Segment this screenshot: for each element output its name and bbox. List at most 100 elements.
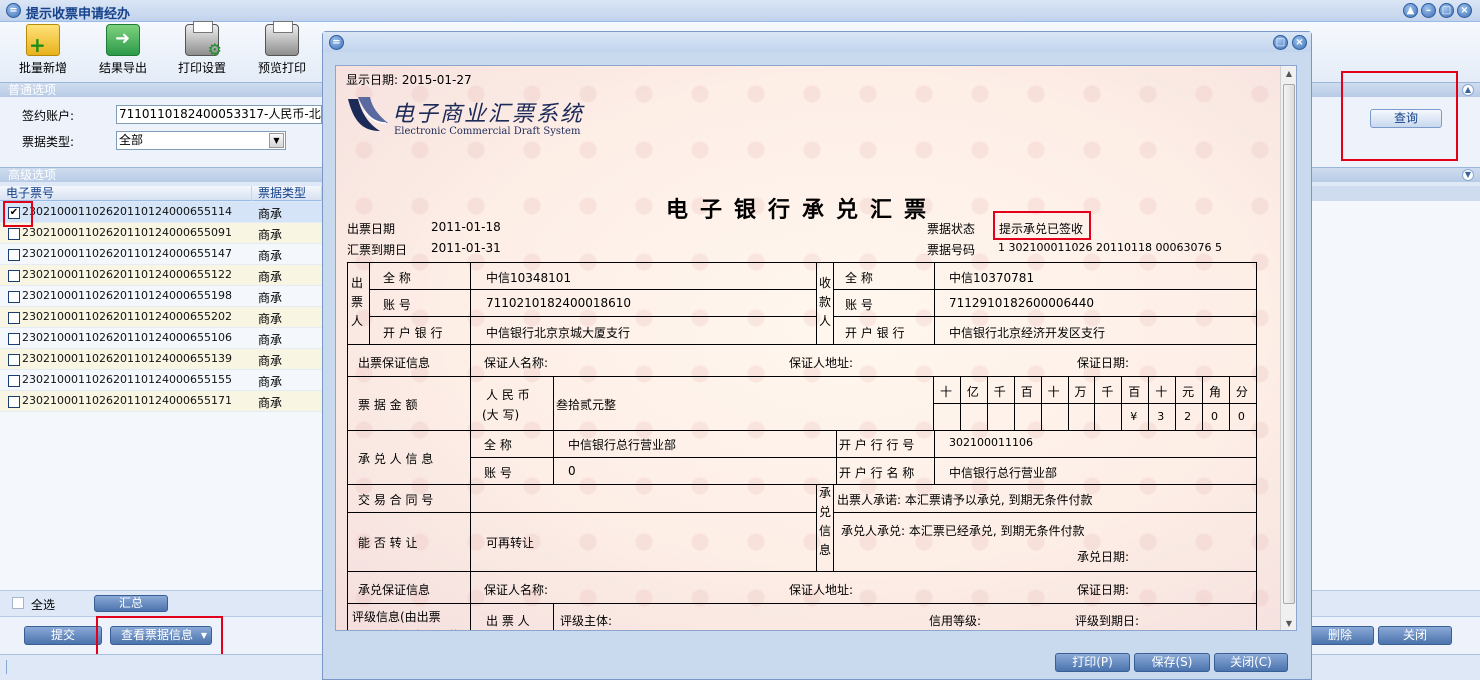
accept-guarantee-date: 保证日期:: [1077, 583, 1130, 597]
view-bill-button[interactable]: 查看票据信息 ▼: [110, 626, 212, 645]
minimize-icon[interactable]: –: [1421, 3, 1436, 18]
account-input[interactable]: 7110110182400053317-人民币-北京多: [116, 105, 322, 124]
accept-info-vertical: 承兑信息: [818, 486, 831, 557]
type-select-value: 全部: [119, 133, 144, 147]
dialog-close-button[interactable]: 关闭(C): [1214, 653, 1288, 672]
drawer-fullname-label: 全 称: [383, 271, 411, 285]
accept-guarantor-name: 保证人名称:: [484, 583, 549, 597]
bill-type-cell: 商承: [258, 375, 283, 389]
account-label: 签约账户:: [22, 109, 75, 123]
row-checkbox[interactable]: [8, 291, 20, 303]
print-setup-label: 打印设置: [177, 61, 226, 75]
row-checkbox[interactable]: [8, 396, 20, 408]
drawer-vertical: 出票人: [350, 276, 363, 328]
digit-unit: 分: [1235, 385, 1248, 399]
bill-no-cell: 230210001102620110124000655147: [22, 247, 232, 260]
type-select[interactable]: 全部 ▼: [116, 131, 286, 150]
grid-right-area: [1310, 186, 1480, 590]
dialog-footer: 打印(P) 保存(S) 关闭(C): [323, 644, 1311, 680]
maximize-icon[interactable]: □: [1439, 3, 1454, 18]
status-divider: [6, 660, 7, 674]
table-row[interactable]: 230210001102620110124000655147 商承: [0, 244, 322, 265]
close-icon[interactable]: ×: [1457, 3, 1472, 18]
viewer-scrollbar[interactable]: ▲ ▼: [1280, 66, 1296, 630]
accept-guarantor-addr: 保证人地址:: [789, 583, 854, 597]
select-all-checkbox[interactable]: [12, 597, 24, 609]
row-checkbox[interactable]: [8, 228, 20, 240]
dialog-menu-icon[interactable]: =: [329, 35, 344, 50]
select-all-label: 全选: [31, 598, 56, 612]
payee-bank-value: 中信银行北京经济开发区支行: [949, 326, 1106, 340]
bill-no-cell: 230210001102620110124000655106: [22, 331, 232, 344]
save-button[interactable]: 保存(S): [1134, 653, 1210, 672]
bill-viewer: 显示日期: 2015-01-27 电子商业汇票系统 Electronic Com…: [335, 65, 1297, 631]
table-row[interactable]: 230210001102620110124000655171 商承: [0, 391, 322, 412]
table-row[interactable]: 230210001102620110124000655202 商承: [0, 307, 322, 328]
digit-unit: 百: [1020, 385, 1033, 399]
delete-button[interactable]: 删除: [1306, 626, 1374, 645]
digit-value: ¥: [1130, 410, 1138, 423]
table-row[interactable]: 230210001102620110124000655106 商承: [0, 328, 322, 349]
digit-unit: 亿: [966, 385, 979, 399]
digit-value: 3: [1157, 410, 1165, 423]
row-checkbox[interactable]: [8, 312, 20, 324]
issue-guarantee-label: 出票保证信息: [358, 356, 431, 370]
drawer-account-label: 账 号: [383, 298, 411, 312]
dropdown-arrow-icon[interactable]: ▼: [269, 133, 284, 148]
amount-caps-value: 叁拾贰元整: [556, 398, 617, 412]
preview-print-label: 预览打印: [257, 61, 306, 75]
table-row[interactable]: 230210001102620110124000655155 商承: [0, 370, 322, 391]
transferable-value: 可再转让: [486, 536, 535, 550]
row-checkbox[interactable]: ✔: [8, 207, 20, 219]
digit-unit: 角: [1209, 385, 1222, 399]
row-checkbox[interactable]: [8, 354, 20, 366]
col-bill-no[interactable]: 电子票号: [0, 186, 252, 201]
row-checkbox[interactable]: [8, 375, 20, 387]
print-button[interactable]: 打印(P): [1055, 653, 1130, 672]
preview-print-button[interactable]: 预览打印: [247, 21, 317, 76]
dialog-maximize-icon[interactable]: □: [1273, 35, 1288, 50]
batch-add-button[interactable]: 批量新增: [8, 22, 78, 76]
table-row[interactable]: 230210001102620110124000655122 商承: [0, 265, 322, 286]
dialog-close-icon[interactable]: ×: [1292, 35, 1307, 50]
row-checkbox[interactable]: [8, 333, 20, 345]
collapse-up-icon[interactable]: ▲: [1462, 84, 1474, 96]
accept-guarantee-label: 承兑保证信息: [358, 583, 431, 597]
table-row[interactable]: 230210001102620110124000655091 商承: [0, 223, 322, 244]
bill-type-cell: 商承: [258, 249, 283, 263]
bill-type-cell: 商承: [258, 396, 283, 410]
bank-name-label: 开 户 行 名 称: [839, 466, 915, 480]
row-checkbox[interactable]: [8, 249, 20, 261]
export-button[interactable]: 结果导出: [88, 22, 158, 76]
scroll-up-icon[interactable]: ▲: [1403, 3, 1418, 18]
window-controls: ▲ – □ ×: [1403, 3, 1472, 18]
bill-no-cell: 230210001102620110124000655122: [22, 268, 232, 281]
bill-type-cell: 商承: [258, 207, 283, 221]
bill-type-cell: 商承: [258, 291, 283, 305]
row-checkbox[interactable]: [8, 270, 20, 282]
query-button[interactable]: 查询: [1370, 109, 1442, 128]
digit-unit: 千: [1101, 385, 1114, 399]
table-row[interactable]: 230210001102620110124000655139 商承: [0, 349, 322, 370]
summary-button[interactable]: 汇总: [94, 595, 168, 612]
general-section-title: 普通选项: [8, 83, 57, 97]
main-titlebar: = 提示收票申请经办 ▲ – □ ×: [0, 0, 1480, 22]
scroll-up-arrow-icon[interactable]: ▲: [1281, 66, 1296, 82]
digit-unit: 万: [1074, 385, 1087, 399]
printer-icon: [265, 21, 299, 56]
scroll-thumb[interactable]: [1283, 84, 1295, 604]
bank-no-label: 开 户 行 行 号: [839, 438, 915, 452]
table-row[interactable]: 230210001102620110124000655198 商承: [0, 286, 322, 307]
submit-button[interactable]: 提交: [24, 626, 102, 645]
digit-value: 2: [1184, 410, 1192, 423]
dropdown-arrow-icon: ▼: [200, 631, 207, 640]
close-button[interactable]: 关闭: [1378, 626, 1452, 645]
print-setup-button[interactable]: 打印设置: [167, 21, 237, 76]
drawer-account-value: 7110210182400018610: [486, 296, 632, 310]
scroll-down-arrow-icon[interactable]: ▼: [1281, 616, 1296, 630]
app-menu-icon[interactable]: =: [6, 3, 21, 18]
collapse-down-icon[interactable]: ▼: [1462, 169, 1474, 181]
col-bill-type[interactable]: 票据类型: [252, 186, 322, 201]
table-row[interactable]: ✔ 230210001102620110124000655114 商承: [0, 202, 322, 223]
digit-value: 0: [1211, 410, 1218, 423]
